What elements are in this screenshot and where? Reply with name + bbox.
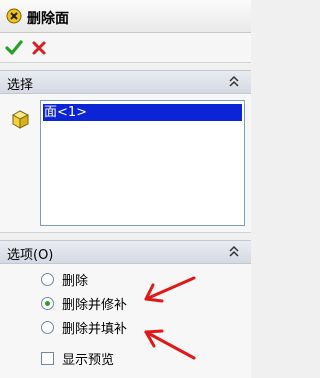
delete-and-patch-radio[interactable] [41, 297, 54, 310]
collapse-chevron-icon[interactable] [227, 74, 241, 88]
ok-checkmark-icon[interactable] [5, 40, 23, 56]
collapse-chevron-icon[interactable] [227, 244, 241, 258]
options-section-label: 选项(O) [7, 248, 54, 263]
selection-section-label: 选择 [7, 78, 34, 93]
options-panel: 删除 删除并修补 删除并填补 显示预览 [0, 264, 251, 378]
delete-and-fill-radio[interactable] [41, 321, 54, 334]
selected-faces-list[interactable]: 面<1> [40, 100, 245, 226]
selection-section-header[interactable]: 选择 [0, 70, 251, 94]
delete-and-fill-label: 删除并填补 [62, 322, 128, 337]
delete-radio[interactable] [41, 273, 54, 286]
options-section-header[interactable]: 选项(O) [0, 240, 251, 264]
list-item[interactable]: 面<1> [43, 104, 242, 121]
annotation-arrow [144, 329, 196, 360]
show-preview-label: 显示预览 [62, 353, 115, 368]
page-title: 删除面 [27, 11, 69, 27]
delete-and-patch-label: 删除并修补 [62, 298, 128, 313]
annotation-arrow [144, 276, 196, 303]
show-preview-checkbox[interactable] [41, 352, 54, 365]
delete-face-icon [6, 8, 22, 24]
delete-radio-label: 删除 [62, 274, 89, 289]
cancel-x-icon[interactable] [31, 40, 47, 56]
face-cube-icon [11, 110, 30, 129]
